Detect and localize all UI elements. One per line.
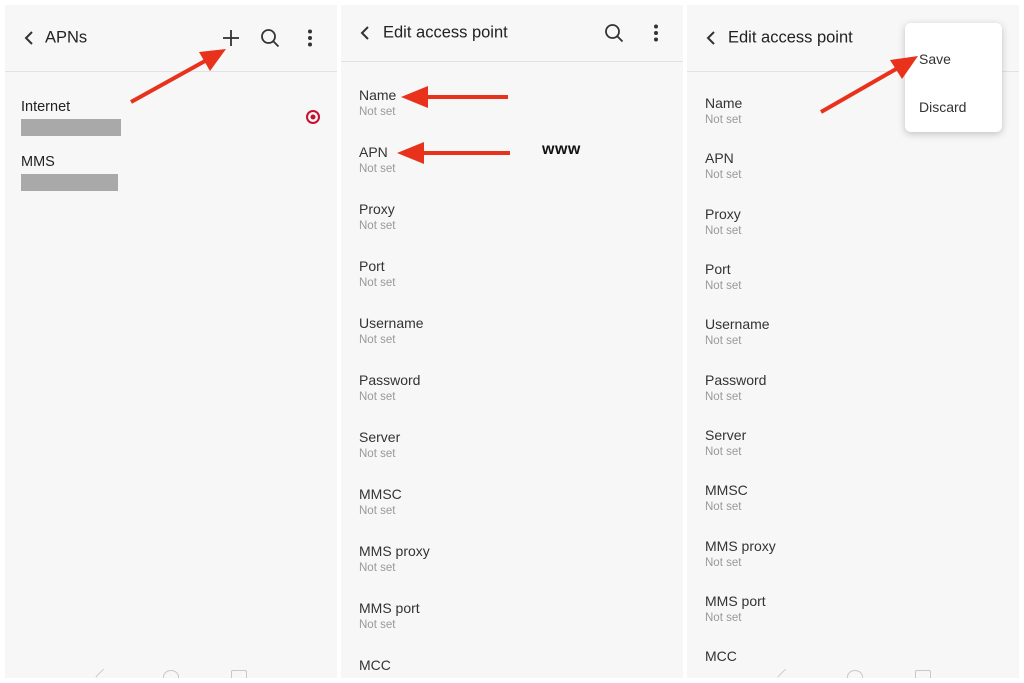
annotation-arrows	[130, 49, 918, 164]
arrow-to-save-item	[820, 56, 918, 114]
arrow-to-plus-icon	[130, 49, 226, 104]
arrow-to-apn-field	[397, 142, 510, 164]
arrow-to-name-field	[401, 86, 508, 108]
